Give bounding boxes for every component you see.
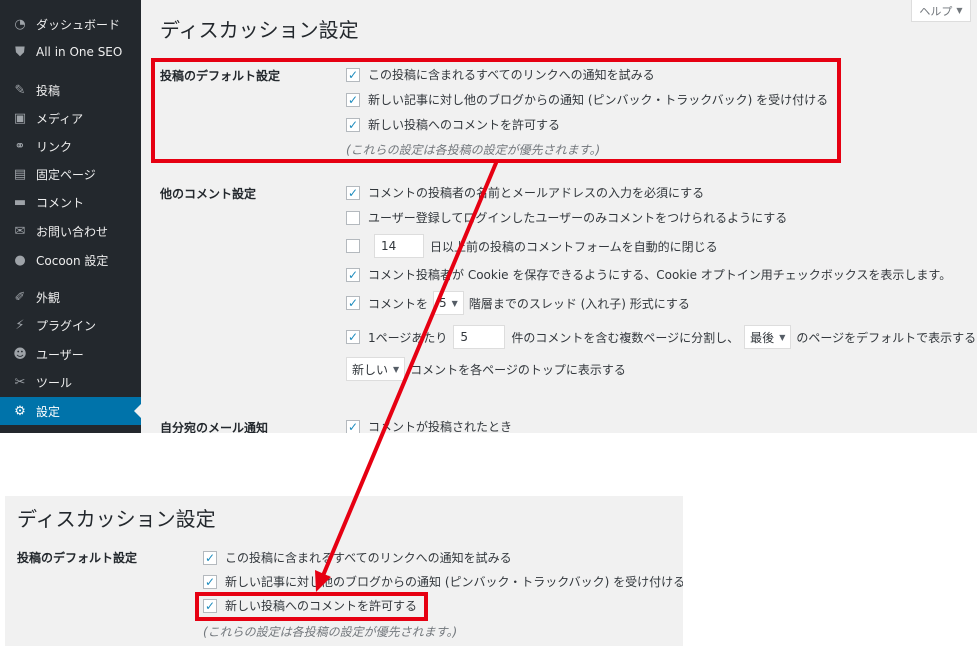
- red-arrow-icon: [315, 161, 498, 592]
